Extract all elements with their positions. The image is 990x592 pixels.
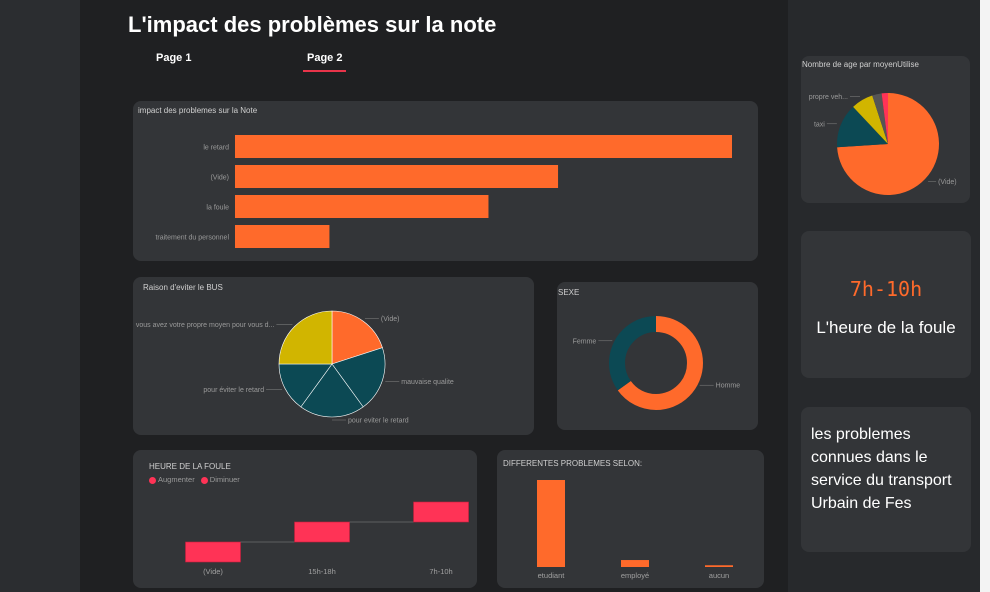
foule-waterfall-card[interactable]: HEURE DE LA FOULE Augmenter Diminuer (Vi… — [133, 450, 477, 588]
sexe-donut-card[interactable]: SEXE Homme Femme — [557, 282, 758, 430]
impact-chart-card[interactable]: impact des problemes sur la Note le reta… — [133, 101, 758, 261]
info-text: les problemes connues dans le service du… — [811, 426, 952, 512]
bus-label-vous-avez-votre-propre-moyen-pour-vous-d: vous avez votre propre moyen pour vous d… — [136, 322, 275, 329]
peak-hour-value: 7h-10h — [849, 277, 923, 301]
impact-bar-vide — [235, 165, 559, 188]
age-label-vide: (Vide) — [938, 179, 957, 186]
impact-label-la-foule: la foule — [206, 205, 229, 212]
left-rail — [0, 0, 80, 592]
impact-bar-chart: le retard (Vide) la foule traitement du per… — [155, 135, 732, 248]
problemes-chart-card[interactable]: DIFFERENTES PROBLEMES SELON: etudiant emp… — [497, 450, 764, 588]
page-title: L'impact des problèmes sur la note — [128, 12, 497, 37]
left-divider — [80, 0, 88, 592]
foule-bar-7h-10h — [413, 501, 469, 523]
age-pie-chart: (Vide) taxi propre veh... — [809, 93, 957, 195]
age-label-taxi: taxi — [814, 121, 825, 128]
problemes-bar-employ — [621, 560, 649, 567]
foule-xlabel-7h-10h: 7h-10h — [429, 567, 452, 576]
impact-bar-le-retard — [235, 135, 732, 158]
problemes-xlabel-employ: employé — [621, 571, 649, 580]
problemes-bar-etudiant — [537, 480, 565, 567]
problemes-xlabel-aucun: aucun — [709, 571, 729, 580]
impact-bar-la-foule — [235, 195, 489, 218]
sexe-label-femme: Femme — [573, 338, 597, 345]
peak-hour-card: 7h-10h L'heure de la foule — [801, 231, 971, 378]
foule-xlabel-15h-18h: 15h-18h — [308, 567, 336, 576]
problemes-xlabel-etudiant: etudiant — [538, 571, 566, 580]
sexe-donut-chart: Homme Femme — [573, 316, 741, 410]
bus-label-mauvaise-qualite: mauvaise qualite — [401, 379, 454, 386]
info-text-card: les problemes connues dans le service du… — [801, 407, 971, 552]
bus-label-pour-eviter-le-retard: pour eviter le retard — [348, 418, 409, 425]
peak-hour-caption: L'heure de la foule — [816, 318, 956, 337]
age-pie-card[interactable]: Nombre de age par moyenUtilise (Vide) tax… — [801, 56, 970, 203]
age-label-propre-veh: propre veh... — [809, 94, 848, 101]
bus-label-pour-viter-le-retard: pour éviter le retard — [203, 387, 264, 394]
bus-pie-chart: (Vide) mauvaise qualite pour eviter le ret… — [136, 310, 454, 425]
problemes-column-chart: etudiant employé aucun — [537, 480, 733, 580]
foule-waterfall-chart: (Vide) 15h-18h 7h-10h — [185, 501, 469, 576]
impact-bar-traitement-du-personnel — [235, 225, 330, 248]
bus-pie-card[interactable]: Raison d'eviter le BUS (Vide) mauvaise qu… — [133, 277, 534, 435]
impact-label-vide: (Vide) — [210, 175, 229, 182]
sexe-label-homme: Homme — [716, 383, 741, 390]
foule-xlabel-vide: (Vide) — [203, 567, 223, 576]
foule-bar-vide — [185, 541, 241, 563]
impact-label-traitement-du-personnel: traitement du personnel — [155, 235, 229, 242]
problemes-bar-aucun — [705, 565, 733, 567]
tab-page-2[interactable]: Page 2 — [303, 52, 347, 72]
tab-page-1[interactable]: Page 1 — [152, 52, 195, 70]
right-edge — [980, 0, 990, 592]
bus-slice-vous-avez-votre-propre-moyen-pour-vous-d — [278, 310, 333, 365]
impact-label-le-retard: le retard — [203, 145, 229, 152]
foule-bar-15h-18h — [294, 521, 350, 543]
bus-label-vide: (Vide) — [381, 316, 400, 323]
